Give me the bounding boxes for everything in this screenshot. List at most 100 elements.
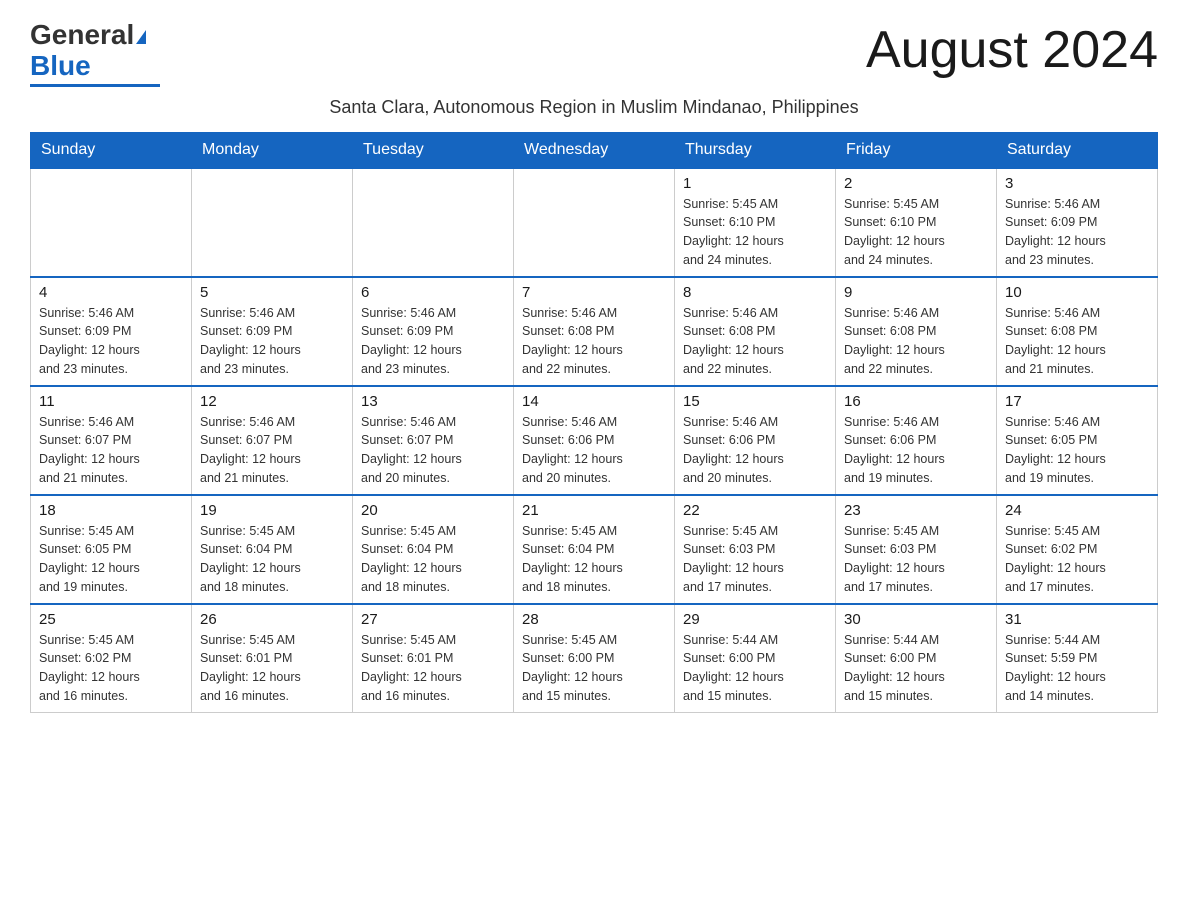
day-number: 21 xyxy=(522,502,666,519)
day-header-monday: Monday xyxy=(192,132,353,168)
day-number: 2 xyxy=(844,175,988,192)
day-info: Sunrise: 5:45 AM Sunset: 6:02 PM Dayligh… xyxy=(1005,522,1149,597)
calendar-cell: 21 Sunrise: 5:45 AM Sunset: 6:04 PM Dayli… xyxy=(514,495,675,604)
calendar-cell: 5 Sunrise: 5:46 AM Sunset: 6:09 PM Daylig… xyxy=(192,277,353,386)
week-row-5: 25Sunrise: 5:45 AM Sunset: 6:02 PM Dayli… xyxy=(31,604,1158,713)
week-row-2: 4 Sunrise: 5:46 AM Sunset: 6:09 PM Daylig… xyxy=(31,277,1158,386)
day-number: 28 xyxy=(522,611,666,628)
day-info: Sunrise: 5:46 AM Sunset: 6:08 PM Dayligh… xyxy=(522,304,666,379)
day-info: Sunrise: 5:45 AM Sunset: 6:02 PM Dayligh… xyxy=(39,631,183,706)
day-number: 4 xyxy=(39,284,183,301)
day-info: Sunrise: 5:45 AM Sunset: 6:05 PM Dayligh… xyxy=(39,522,183,597)
calendar-cell: 13 Sunrise: 5:46 AM Sunset: 6:07 PM Dayli… xyxy=(353,386,514,495)
calendar-cell: 1 Sunrise: 5:45 AM Sunset: 6:10 PM Daylig… xyxy=(675,168,836,277)
calendar-cell: 4 Sunrise: 5:46 AM Sunset: 6:09 PM Daylig… xyxy=(31,277,192,386)
calendar-cell: 2 Sunrise: 5:45 AM Sunset: 6:10 PM Daylig… xyxy=(836,168,997,277)
day-info: Sunrise: 5:46 AM Sunset: 6:06 PM Dayligh… xyxy=(844,413,988,488)
week-row-3: 11 Sunrise: 5:46 AM Sunset: 6:07 PM Dayli… xyxy=(31,386,1158,495)
header: General Blue August 2024 xyxy=(30,20,1158,87)
logo: General Blue xyxy=(30,20,160,87)
calendar-cell: 25Sunrise: 5:45 AM Sunset: 6:02 PM Dayli… xyxy=(31,604,192,713)
day-info: Sunrise: 5:46 AM Sunset: 6:05 PM Dayligh… xyxy=(1005,413,1149,488)
calendar-cell: 7 Sunrise: 5:46 AM Sunset: 6:08 PM Daylig… xyxy=(514,277,675,386)
day-info: Sunrise: 5:46 AM Sunset: 6:09 PM Dayligh… xyxy=(39,304,183,379)
day-number: 22 xyxy=(683,502,827,519)
day-header-saturday: Saturday xyxy=(997,132,1158,168)
calendar-cell xyxy=(353,168,514,277)
day-info: Sunrise: 5:46 AM Sunset: 6:09 PM Dayligh… xyxy=(361,304,505,379)
month-title: August 2024 xyxy=(866,20,1158,80)
day-info: Sunrise: 5:45 AM Sunset: 6:04 PM Dayligh… xyxy=(361,522,505,597)
calendar-cell xyxy=(192,168,353,277)
calendar-cell: 18 Sunrise: 5:45 AM Sunset: 6:05 PM Dayli… xyxy=(31,495,192,604)
day-info: Sunrise: 5:44 AM Sunset: 6:00 PM Dayligh… xyxy=(844,631,988,706)
day-number: 9 xyxy=(844,284,988,301)
day-info: Sunrise: 5:45 AM Sunset: 6:03 PM Dayligh… xyxy=(683,522,827,597)
day-number: 10 xyxy=(1005,284,1149,301)
calendar-cell: 9 Sunrise: 5:46 AM Sunset: 6:08 PM Daylig… xyxy=(836,277,997,386)
day-number: 3 xyxy=(1005,175,1149,192)
day-info: Sunrise: 5:45 AM Sunset: 6:10 PM Dayligh… xyxy=(844,195,988,270)
day-number: 26 xyxy=(200,611,344,628)
calendar: SundayMondayTuesdayWednesdayThursdayFrid… xyxy=(30,132,1158,713)
day-info: Sunrise: 5:44 AM Sunset: 6:00 PM Dayligh… xyxy=(683,631,827,706)
day-info: Sunrise: 5:46 AM Sunset: 6:09 PM Dayligh… xyxy=(1005,195,1149,270)
day-header-friday: Friday xyxy=(836,132,997,168)
calendar-cell: 29 Sunrise: 5:44 AM Sunset: 6:00 PM Dayli… xyxy=(675,604,836,713)
day-info: Sunrise: 5:46 AM Sunset: 6:06 PM Dayligh… xyxy=(522,413,666,488)
day-number: 6 xyxy=(361,284,505,301)
day-number: 18 xyxy=(39,502,183,519)
day-info: Sunrise: 5:46 AM Sunset: 6:06 PM Dayligh… xyxy=(683,413,827,488)
day-info: Sunrise: 5:46 AM Sunset: 6:09 PM Dayligh… xyxy=(200,304,344,379)
day-number: 17 xyxy=(1005,393,1149,410)
day-info: Sunrise: 5:46 AM Sunset: 6:07 PM Dayligh… xyxy=(200,413,344,488)
day-number: 8 xyxy=(683,284,827,301)
day-number: 31 xyxy=(1005,611,1149,628)
calendar-cell xyxy=(514,168,675,277)
day-number: 23 xyxy=(844,502,988,519)
day-info: Sunrise: 5:45 AM Sunset: 6:01 PM Dayligh… xyxy=(200,631,344,706)
day-number: 19 xyxy=(200,502,344,519)
day-header-thursday: Thursday xyxy=(675,132,836,168)
logo-line xyxy=(30,84,160,87)
day-number: 11 xyxy=(39,393,183,410)
week-row-1: 1 Sunrise: 5:45 AM Sunset: 6:10 PM Daylig… xyxy=(31,168,1158,277)
days-header-row: SundayMondayTuesdayWednesdayThursdayFrid… xyxy=(31,132,1158,168)
calendar-cell: 3 Sunrise: 5:46 AM Sunset: 6:09 PM Daylig… xyxy=(997,168,1158,277)
calendar-cell: 15 Sunrise: 5:46 AM Sunset: 6:06 PM Dayli… xyxy=(675,386,836,495)
calendar-cell: 24 Sunrise: 5:45 AM Sunset: 6:02 PM Dayli… xyxy=(997,495,1158,604)
day-number: 24 xyxy=(1005,502,1149,519)
day-number: 30 xyxy=(844,611,988,628)
day-number: 20 xyxy=(361,502,505,519)
day-number: 29 xyxy=(683,611,827,628)
day-info: Sunrise: 5:45 AM Sunset: 6:04 PM Dayligh… xyxy=(200,522,344,597)
calendar-cell: 8 Sunrise: 5:46 AM Sunset: 6:08 PM Daylig… xyxy=(675,277,836,386)
logo-text: General Blue xyxy=(30,20,146,82)
calendar-cell: 22 Sunrise: 5:45 AM Sunset: 6:03 PM Dayli… xyxy=(675,495,836,604)
day-info: Sunrise: 5:46 AM Sunset: 6:08 PM Dayligh… xyxy=(844,304,988,379)
day-info: Sunrise: 5:46 AM Sunset: 6:07 PM Dayligh… xyxy=(361,413,505,488)
day-info: Sunrise: 5:45 AM Sunset: 6:04 PM Dayligh… xyxy=(522,522,666,597)
day-number: 16 xyxy=(844,393,988,410)
day-info: Sunrise: 5:45 AM Sunset: 6:10 PM Dayligh… xyxy=(683,195,827,270)
logo-triangle-icon xyxy=(136,30,146,44)
day-number: 13 xyxy=(361,393,505,410)
calendar-cell: 10 Sunrise: 5:46 AM Sunset: 6:08 PM Dayli… xyxy=(997,277,1158,386)
day-number: 5 xyxy=(200,284,344,301)
day-info: Sunrise: 5:45 AM Sunset: 6:01 PM Dayligh… xyxy=(361,631,505,706)
day-info: Sunrise: 5:46 AM Sunset: 6:08 PM Dayligh… xyxy=(683,304,827,379)
day-number: 15 xyxy=(683,393,827,410)
day-info: Sunrise: 5:46 AM Sunset: 6:08 PM Dayligh… xyxy=(1005,304,1149,379)
day-number: 1 xyxy=(683,175,827,192)
day-number: 12 xyxy=(200,393,344,410)
day-number: 7 xyxy=(522,284,666,301)
calendar-cell: 20 Sunrise: 5:45 AM Sunset: 6:04 PM Dayli… xyxy=(353,495,514,604)
day-header-tuesday: Tuesday xyxy=(353,132,514,168)
subtitle: Santa Clara, Autonomous Region in Muslim… xyxy=(30,97,1158,118)
calendar-cell: 12 Sunrise: 5:46 AM Sunset: 6:07 PM Dayli… xyxy=(192,386,353,495)
logo-blue: Blue xyxy=(30,50,91,81)
calendar-cell: 26 Sunrise: 5:45 AM Sunset: 6:01 PM Dayli… xyxy=(192,604,353,713)
calendar-cell: 14Sunrise: 5:46 AM Sunset: 6:06 PM Dayli… xyxy=(514,386,675,495)
calendar-cell: 30 Sunrise: 5:44 AM Sunset: 6:00 PM Dayli… xyxy=(836,604,997,713)
calendar-cell: 23Sunrise: 5:45 AM Sunset: 6:03 PM Dayli… xyxy=(836,495,997,604)
